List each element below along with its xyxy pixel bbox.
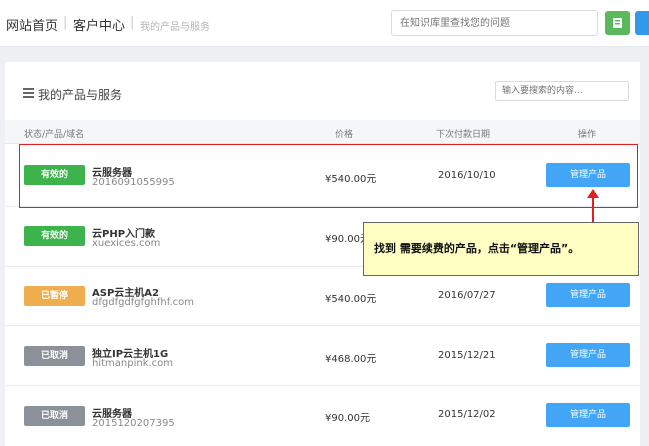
product-domain: xuexices.com [92,238,161,249]
status-badge: 已取消 [24,346,85,366]
col-next-date-header: 下次付款日期 [436,130,491,140]
breadcrumb-home[interactable]: 网站首页 [6,15,58,34]
breadcrumb-separator: | [63,15,68,30]
highlight-box [19,144,638,208]
status-badge: 有效的 [24,226,85,246]
col-status-header: 状态/产品/域名 [24,130,85,140]
knowledge-search-input[interactable] [391,10,598,36]
col-price-header: 价格 [335,130,354,140]
product-price: ¥540.00元 [325,294,377,305]
breadcrumb-current: 我的产品与服务 [140,22,210,33]
product-domain: dfgdfgdfgfghfhf.com [92,297,195,308]
breadcrumb-separator: | [130,15,135,30]
instruction-callout: 找到 需要续费的产品，点击“管理产品”。 [363,222,639,276]
breadcrumb-customer-center[interactable]: 客户中心 [73,15,125,34]
panel-title: 我的产品与服务 [38,88,123,102]
next-payment-date: 2016/07/27 [438,290,496,301]
col-action-header: 操作 [578,130,597,140]
manage-product-button[interactable]: 管理产品 [546,403,630,427]
status-badge: 已取消 [24,406,85,426]
next-payment-date: 2015/12/02 [438,409,496,420]
book-button[interactable] [605,11,630,35]
status-badge: 已暂停 [24,286,85,306]
product-domain: 2015120207395 [92,418,175,429]
menu-button[interactable] [635,11,649,35]
list-icon [23,88,34,98]
product-price: ¥90.00元 [325,413,370,424]
next-payment-date: 2015/12/21 [438,350,496,361]
product-domain: hitmanpink.com [92,358,174,369]
manage-product-button[interactable]: 管理产品 [546,343,630,367]
arrow-line [592,196,594,224]
book-icon [613,18,622,28]
top-bar: 网站首页 | 客户中心 | 我的产品与服务 [0,0,649,47]
product-price: ¥468.00元 [325,354,377,365]
table-row: 已取消 云服务器 2015120207395 ¥90.00元 2015/12/0… [5,385,640,445]
manage-product-button[interactable]: 管理产品 [546,283,630,307]
table-row: 已取消 独立IP云主机1G hitmanpink.com ¥468.00元 20… [5,326,640,386]
product-search-input[interactable] [495,81,629,101]
table-header: 状态/产品/域名 价格 下次付款日期 操作 [5,120,640,144]
